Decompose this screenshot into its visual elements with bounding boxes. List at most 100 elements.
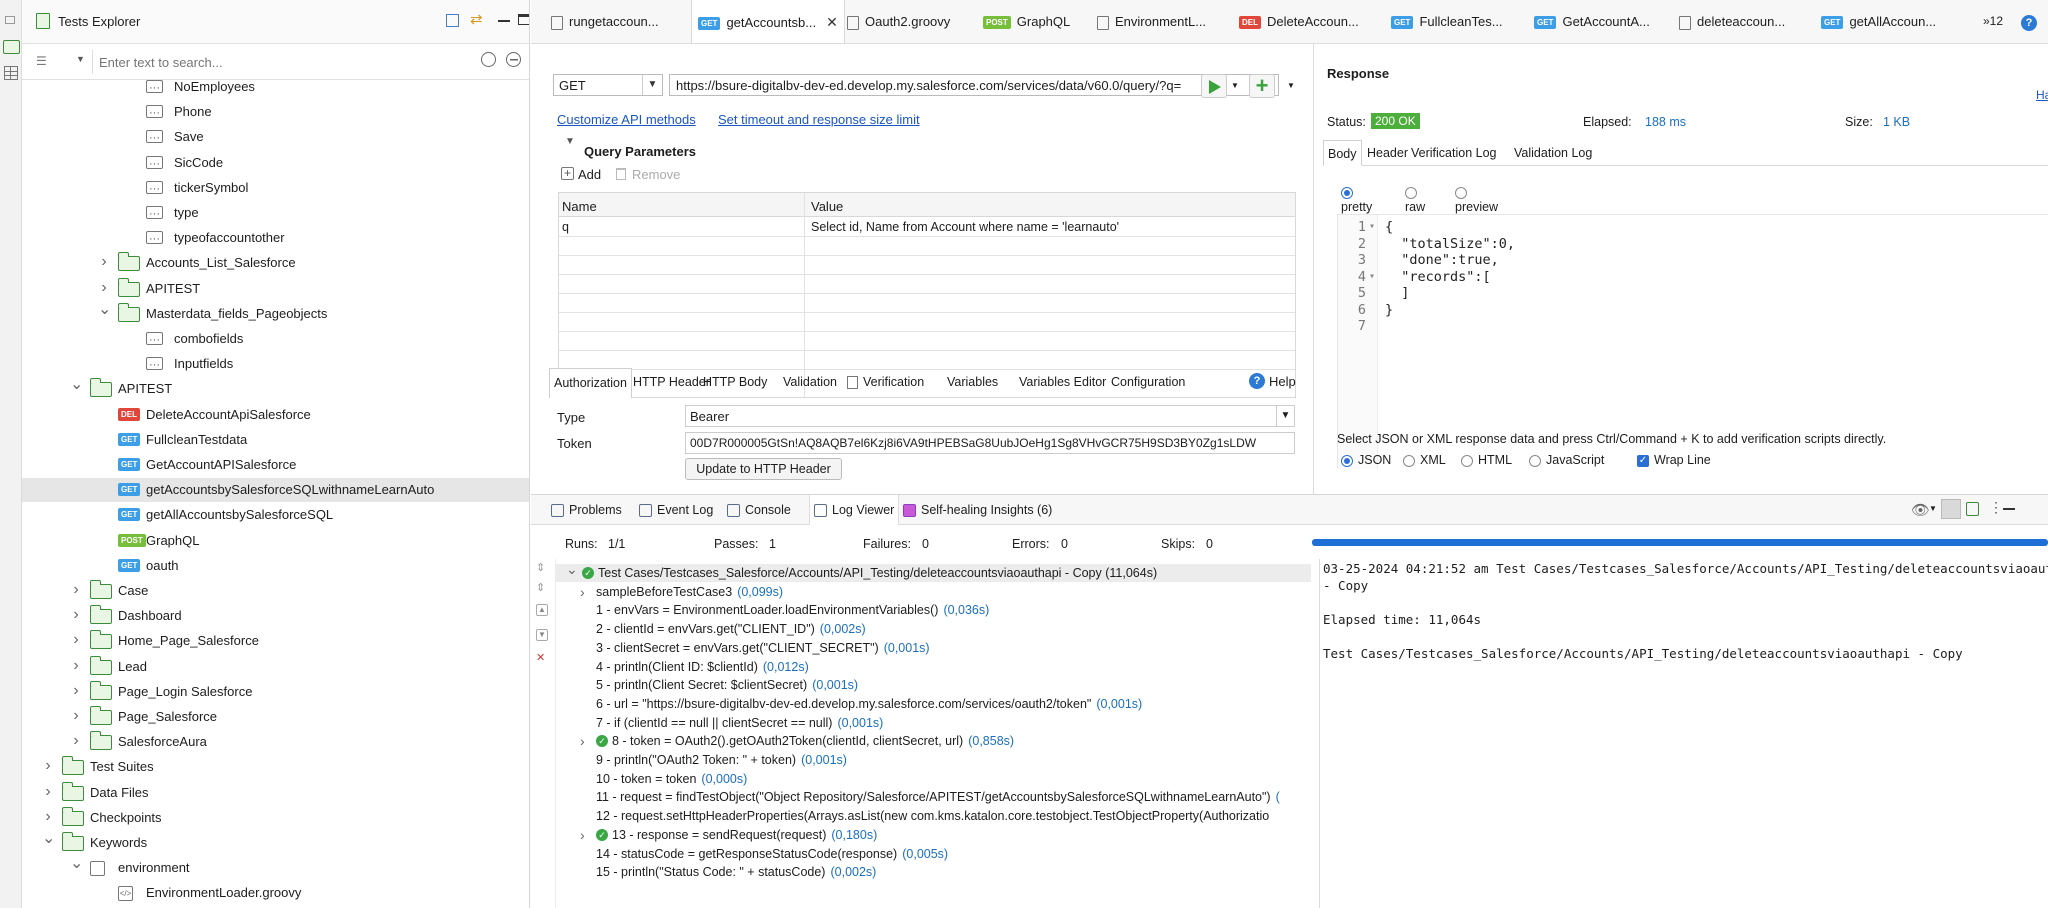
chevron-right-icon[interactable]: › (70, 730, 82, 754)
tree-item[interactable]: ⌄ Keywords (22, 831, 529, 855)
tree-item[interactable]: ⌄ APITEST (22, 377, 529, 401)
log-tree-row[interactable]: 6 - url = "https://bsure-digitalbv-dev-e… (556, 695, 1311, 713)
raw-radio[interactable]: raw (1405, 184, 1425, 214)
run-dropdown-icon[interactable]: ▼ (1231, 81, 1239, 90)
auth-token-input[interactable]: 00D7R000005GtSn!AQ8AQB7el6Kzj8i6VA9tHPEB… (685, 432, 1295, 454)
format-radio-javascript[interactable]: JavaScript (1529, 453, 1604, 467)
fold-icon[interactable]: ▾ (1369, 269, 1375, 285)
log-tree-row[interactable]: 14 - statusCode = getResponseStatusCode(… (556, 845, 1311, 863)
add-verification-button[interactable]: + (1249, 74, 1275, 98)
tabs-overflow[interactable]: »12 (1983, 14, 2003, 28)
format-radio-json[interactable]: JSON (1341, 453, 1391, 467)
collapse-all-icon[interactable] (446, 14, 459, 27)
bottom-tab-console[interactable]: Console (727, 495, 791, 525)
tree-item[interactable]: type (22, 201, 529, 226)
tree-item[interactable]: ⌄ Masterdata_fields_Pageobjects (22, 301, 529, 326)
next-failure-icon[interactable]: ▼ (536, 629, 548, 641)
log-tree-row[interactable]: 3 - clientSecret = envVars.get("CLIENT_S… (556, 639, 1311, 657)
param-value-cell[interactable]: Select id, Name from Account where name … (811, 220, 1119, 234)
request-tab-variables[interactable]: Variables (947, 368, 998, 398)
bottom-tab-log-viewer[interactable]: Log Viewer (809, 495, 900, 525)
log-tree-row[interactable]: 2 - clientId = envVars.get("CLIENT_ID") (… (556, 620, 1311, 638)
minimize-icon[interactable] (498, 20, 510, 22)
update-to-http-header-button[interactable]: Update to HTTP Header (685, 458, 842, 480)
fold-icon[interactable]: ▾ (1369, 219, 1375, 235)
chevron-right-icon[interactable]: › (70, 579, 82, 603)
prev-failure-icon[interactable]: ▲ (536, 604, 548, 616)
chevron-right-icon[interactable]: › (42, 806, 54, 830)
method-select[interactable]: GET ▼ (553, 74, 663, 96)
search-icon[interactable] (481, 52, 496, 67)
tree-item[interactable]: › Dashboard (22, 604, 529, 628)
log-tree-row[interactable]: 15 - println("Status Code: " + statusCod… (556, 863, 1311, 881)
expand-all-icon[interactable]: ⇕ (536, 561, 545, 574)
chevron-right-icon[interactable]: › (42, 755, 54, 779)
request-tab-authorization[interactable]: Authorization (549, 368, 632, 398)
help-icon[interactable]: ? (2021, 15, 2037, 31)
lock-icon[interactable] (1966, 502, 1979, 516)
run-button[interactable] (1201, 74, 1227, 98)
chevron-down-icon[interactable]: ⌄ (98, 301, 111, 326)
response-tab-header[interactable]: Header (1363, 140, 1412, 166)
tree-item[interactable]: › Page_Login Salesforce (22, 680, 529, 704)
editor-tab-active[interactable]: GET getAccountsb... ✕ (691, 0, 845, 43)
chevron-down-icon[interactable]: ⌄ (70, 856, 83, 880)
response-tab-validation-log[interactable]: Validation Log (1510, 140, 1596, 166)
format-radio-html[interactable]: HTML (1461, 453, 1512, 467)
chevron-down-icon[interactable]: ⌄ (70, 377, 83, 401)
editor-tab[interactable]: deleteaccoun... (1679, 0, 1785, 43)
tree-item[interactable]: tickerSymbol (22, 176, 529, 201)
tree-item[interactable]: combofields (22, 327, 529, 352)
tree-item[interactable]: › SalesforceAura (22, 730, 529, 754)
tree-item[interactable]: GET FullcleanTestdata (22, 428, 529, 452)
log-tree-row[interactable]: › ✓ 8 - token = OAuth2().getOAuth2Token(cl… (556, 732, 1311, 750)
editor-tab[interactable]: DEL DeleteAccoun... (1239, 0, 1359, 43)
log-tree-row[interactable]: 10 - token = token (0,000s) (556, 770, 1311, 788)
tree-item[interactable]: Phone (22, 100, 529, 125)
tree-item-selected[interactable]: GET getAccountsbySalesforceSQLwithnameLea… (22, 478, 529, 503)
chevron-right-icon[interactable]: › (70, 629, 82, 653)
request-tab-http-body[interactable]: HTTP Body (703, 368, 767, 398)
maximize-icon[interactable] (518, 14, 529, 25)
pretty-radio[interactable]: pretty (1341, 184, 1372, 214)
chevron-right-icon[interactable]: › (70, 680, 82, 704)
format-radio-xml[interactable]: XML (1403, 453, 1446, 467)
chevron-right-icon[interactable]: › (580, 583, 590, 601)
editor-tab[interactable]: rungetaccoun... (551, 0, 659, 43)
request-tab-http-header[interactable]: HTTP Header (633, 368, 710, 398)
response-tab-verification-log[interactable]: Verification Log (1407, 140, 1500, 166)
tree-item[interactable]: › Case (22, 579, 529, 603)
bottom-tab-problems[interactable]: Problems (551, 495, 622, 525)
request-tab-variables-editor[interactable]: Variables Editor (1019, 368, 1106, 398)
tree-item[interactable]: › Accounts_List_Salesforce (22, 251, 529, 275)
tree-item[interactable]: DEL DeleteAccountApiSalesforce (22, 403, 529, 427)
tree-item[interactable]: › APITEST (22, 277, 529, 301)
explorer-title[interactable]: Tests Explorer (58, 14, 140, 29)
request-tab-configuration[interactable]: Configuration (1111, 368, 1185, 398)
link-editor-icon[interactable]: ⇄ (470, 12, 486, 28)
bottom-tab-self-healing-insights[interactable]: Self-healing Insights (6) (903, 495, 1052, 525)
layout-icon[interactable] (1941, 499, 1961, 519)
chevron-down-icon[interactable]: ⌄ (42, 831, 55, 855)
param-name-cell[interactable]: q (562, 220, 569, 234)
minimize-bottom-icon[interactable] (2003, 508, 2015, 510)
log-tree-row[interactable]: › ✓ 13 - response = sendRequest(request) (0… (556, 826, 1311, 844)
tree-item[interactable]: › Page_Salesforce (22, 705, 529, 729)
tree-item[interactable]: › Checkpoints (22, 806, 529, 830)
explorer-search-input[interactable] (92, 50, 496, 74)
log-tree-row[interactable]: 9 - println("OAuth2 Token: " + token) (0,… (556, 751, 1311, 769)
chevron-right-icon[interactable]: › (42, 781, 54, 805)
set-timeout-link[interactable]: Set timeout and response size limit (718, 112, 920, 127)
tree-item[interactable]: </> EnvironmentLoader.groovy (22, 881, 529, 905)
tree-item[interactable]: SicCode (22, 151, 529, 176)
preview-radio[interactable]: preview (1455, 184, 1498, 214)
tree-item[interactable]: ⌄ environment (22, 856, 529, 880)
more-icon[interactable]: ⋮ (1989, 499, 2003, 516)
log-tree-row[interactable]: 7 - if (clientId == null || clientSecret… (556, 714, 1311, 732)
chevron-down-icon[interactable]: ⌄ (566, 562, 578, 576)
response-tab-body[interactable]: Body (1323, 140, 1362, 166)
request-tab-verification[interactable]: Verification (847, 368, 924, 398)
tree-item[interactable]: › Test Suites (22, 755, 529, 779)
chevron-right-icon[interactable]: › (70, 655, 82, 679)
tree-item[interactable]: › Home_Page_Salesforce (22, 629, 529, 653)
